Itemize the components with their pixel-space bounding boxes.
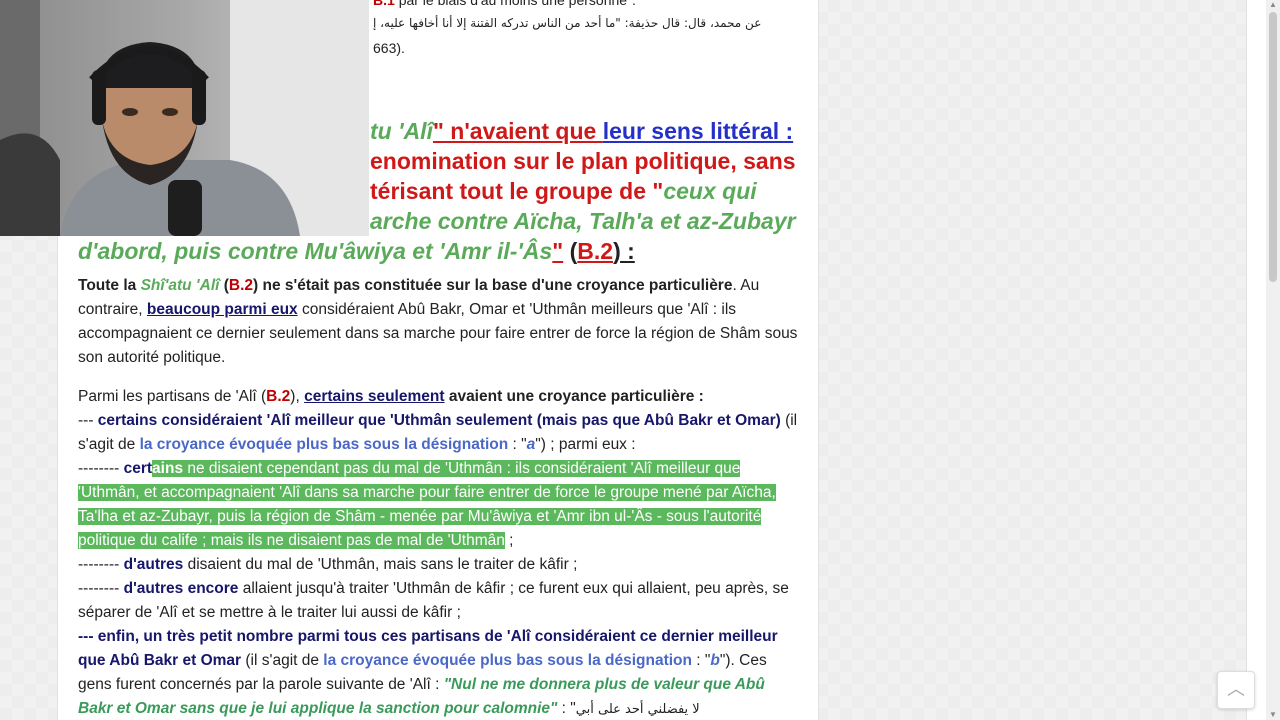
reference-b1[interactable]: B.1 [373,0,395,8]
p1-many-among-them: beaucoup parmi eux [146,301,298,318]
paragraph-1: Toute la Shî'atu 'Alî (B.2) ne s'était p… [78,274,800,370]
webcam-overlay [0,0,369,236]
p2-text-1: Parmi les partisans de 'Alî ( [78,388,267,405]
p2-l5-e: : " [691,652,711,669]
p2-l3-dash: -------- [78,556,124,573]
p2-l3-bold: d'autres [123,556,184,573]
p1-reference-b2[interactable]: B.2 [229,277,253,294]
p2-l4-bold: d'autres encore [123,580,239,597]
p1-text-4: ) ne s'était pas constituée sur la base … [253,277,733,294]
p2-l5-b: b [710,652,720,669]
heading-line-5d: ) : [613,238,635,264]
arabic-quote: عن محمد، قال: قال حذيفة: "ما أحد من النا… [373,16,762,30]
heading-literal-sense: leur sens littéral : [602,118,794,144]
p2-l5-i: : " [557,700,576,717]
page-scrollbar[interactable]: ▲ ▼ [1266,0,1280,720]
heading-line-5b: " [552,238,564,264]
paragraph-2: Parmi les partisans de 'Alî (B.2), certa… [78,385,800,720]
p2-l1-e: : " [508,436,527,453]
p2-l1-dash: --- [78,412,98,429]
p2-l3-c: disaient du mal de 'Uthmân, mais sans le… [183,556,578,573]
heading-part2: " n'avaient que [432,118,603,144]
heading-line-3a: térisant tout le groupe de " [370,178,664,204]
p2-l2-cert: cert [123,460,153,477]
back-to-top-button[interactable]: ︿ [1217,671,1255,709]
p2-l1-a: a [526,436,536,453]
heading-line-5a: d'abord, puis contre Mu'âwiya et 'Amr il… [78,238,553,264]
scroll-up-arrow-icon[interactable]: ▲ [1268,0,1278,10]
p2-l2-ains: ains [152,460,184,477]
p2-l5-c: (il s'agit de [241,652,324,669]
heading-line-3b: ceux qui [663,178,757,204]
scroll-down-arrow-icon[interactable]: ▼ [1268,710,1278,720]
p2-reference-b2[interactable]: B.2 [266,388,290,405]
selected-text: ains ne disaient cependant pas du mal de… [78,460,776,549]
heading-reference-b2[interactable]: B.2 [577,238,613,264]
scrollbar-thumb[interactable] [1269,12,1277,282]
p1-text-1: Toute la [78,277,141,294]
chevron-up-icon: ︿ [1227,679,1245,699]
intro-line-3: 663). [373,40,405,56]
p2-text-4: avaient une croyance particulière : [444,388,704,405]
p2-some-only: certains seulement [304,388,445,405]
p2-l4-dash: -------- [78,580,124,597]
p2-l5-dash: --- [78,628,98,645]
p2-l1-belief-link[interactable]: la croyance évoquée plus bas sous la dés… [140,436,509,453]
p2-l5-arabic: لا يفضلني أحد على أبي [575,702,700,717]
article-body: Toute la Shî'atu 'Alî (B.2) ne s'était p… [78,274,800,720]
p2-text-2: ), [290,388,305,405]
p2-l2-e: ; [504,532,514,549]
p2-l1-g: ") ; parmi eux : [535,436,636,453]
p2-l5-belief-link[interactable]: la croyance évoquée plus bas sous la dés… [323,652,692,669]
heading-line-5c: ( [563,238,578,264]
p2-l2-selected: ne disaient cependant pas du mal de 'Uth… [78,460,776,549]
p2-l2-dash: -------- [78,460,124,477]
intro-line-1-text: par le biais d'au moins une personne". [398,0,636,8]
right-gutter [1246,0,1267,720]
heading-shiatu-ali: tu 'Alî [370,118,433,144]
p1-shiatu-ali: Shî'atu 'Alî [140,277,220,294]
p2-l1-bold: certains considéraient 'Alî meilleur que… [97,412,781,429]
p1-text-3: ( [219,277,229,294]
webcam-person-image [0,0,369,236]
